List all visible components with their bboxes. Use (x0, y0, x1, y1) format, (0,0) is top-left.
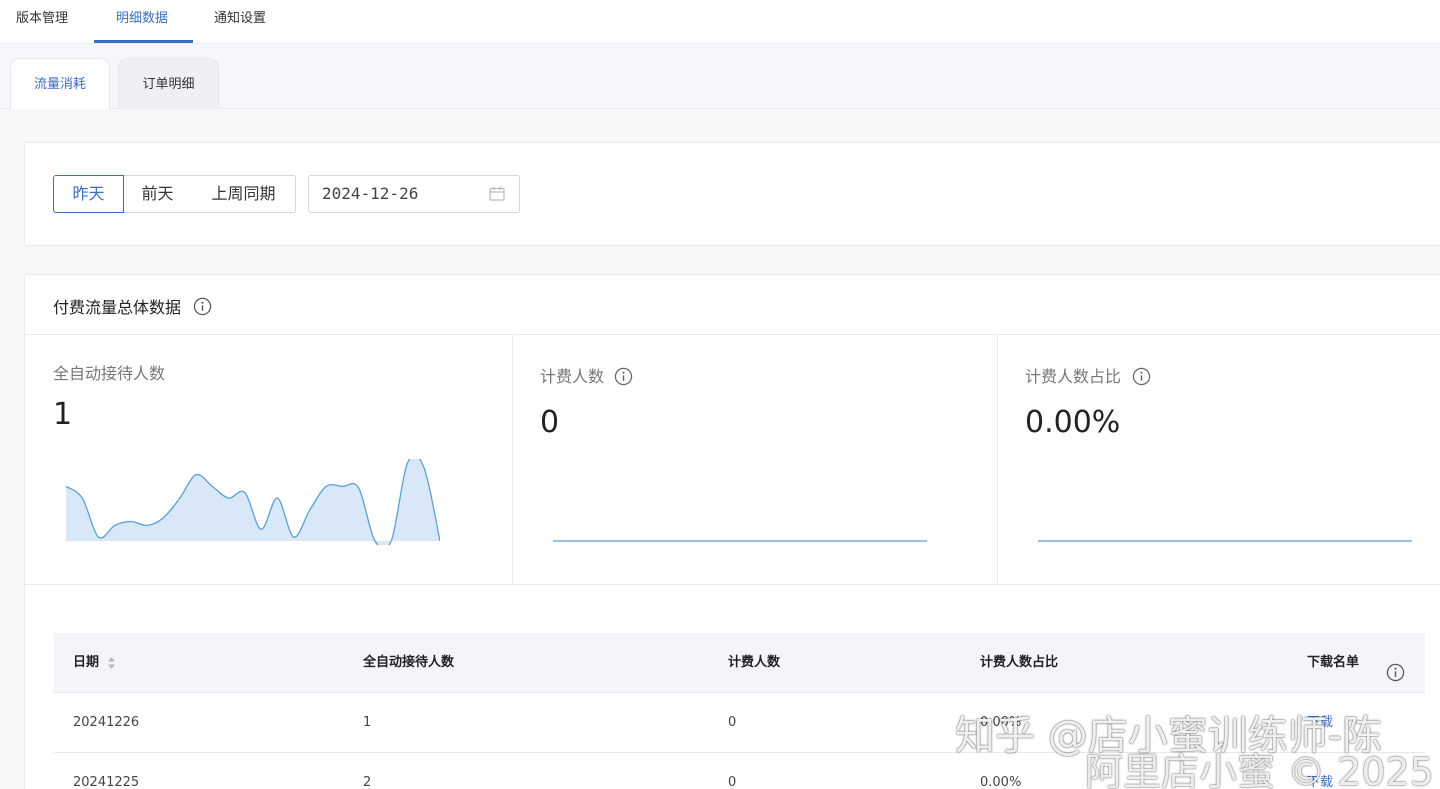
header-date-label: 日期 (73, 655, 100, 670)
header-date[interactable]: 日期 (73, 633, 116, 693)
date-filter-card: 昨天 前天 上周同期 2024-12-26 (24, 142, 1440, 246)
table-row: 20241225 2 0 0.00% 下载 (54, 753, 1425, 789)
day-before-button[interactable]: 前天 (123, 175, 193, 213)
date-picker-input[interactable]: 2024-12-26 (308, 175, 520, 213)
active-tab-indicator (94, 40, 193, 43)
date-value: 2024-12-26 (322, 184, 419, 203)
stats-title: 付费流量总体数据 (53, 298, 182, 317)
cell-auto-reception: 1 (363, 715, 372, 730)
metric-label: 全自动接待人数 (53, 364, 166, 383)
cell-billed-ratio: 0.00% (980, 715, 1022, 730)
billed-count-sparkline (553, 540, 927, 542)
last-week-same-day-button[interactable]: 上周同期 (192, 175, 296, 213)
tab-traffic-consumption[interactable]: 流量消耗 (10, 58, 110, 110)
sort-icon[interactable] (107, 656, 116, 670)
download-link[interactable]: 下载 (1307, 753, 1333, 789)
header-billed-count: 计费人数 (728, 655, 781, 670)
top-tab-bar: 版本管理 明细数据 通知设置 (0, 0, 1440, 44)
tab-notification-settings[interactable]: 通知设置 (214, 0, 266, 44)
cell-billed-count: 0 (728, 775, 737, 789)
tab-order-details[interactable]: 订单明细 (118, 58, 219, 110)
metric-auto-reception: 全自动接待人数 1 (25, 335, 512, 585)
sub-tab-bar: 流量消耗 订单明细 (0, 44, 1440, 110)
info-icon[interactable] (1132, 367, 1151, 386)
metric-label: 计费人数 (540, 367, 605, 386)
cell-billed-count: 0 (728, 715, 737, 730)
table-header: 日期 全自动接待人数 计费人数 计费人数占比 下载名单 (54, 633, 1425, 693)
metric-billed-count: 计费人数 0 (512, 335, 997, 585)
cell-billed-ratio: 0.00% (980, 775, 1022, 789)
header-download-list: 下载名单 (1307, 655, 1360, 670)
metric-billed-ratio: 计费人数占比 0.00% (997, 335, 1440, 585)
table-row: 20241226 1 0 0.00% 下载 (54, 693, 1425, 753)
info-icon[interactable] (614, 367, 633, 386)
auto-reception-sparkline (66, 459, 440, 545)
metrics-row: 全自动接待人数 1 计费人数 0 计费人数占比 0.00% (25, 334, 1440, 585)
sparkline-area (66, 459, 440, 545)
cell-date: 20241226 (73, 715, 140, 730)
tab-detail-data[interactable]: 明细数据 (116, 0, 168, 44)
cell-date: 20241225 (73, 775, 140, 789)
header-billed-ratio: 计费人数占比 (980, 655, 1059, 670)
metric-value: 1 (53, 397, 73, 432)
cell-auto-reception: 2 (363, 775, 372, 789)
metric-value: 0 (540, 405, 560, 440)
metric-label: 计费人数占比 (1025, 367, 1122, 386)
tab-version-management[interactable]: 版本管理 (16, 0, 68, 44)
metric-value: 0.00% (1025, 405, 1121, 440)
header-auto-reception: 全自动接待人数 (363, 655, 455, 670)
info-icon[interactable] (1386, 663, 1405, 682)
download-link[interactable]: 下载 (1307, 693, 1333, 753)
yesterday-button[interactable]: 昨天 (53, 175, 124, 213)
billed-ratio-sparkline (1038, 540, 1412, 542)
paid-traffic-stats-card: 付费流量总体数据 全自动接待人数 1 计费人数 0 计费人数占比 0.00% 日… (24, 274, 1440, 789)
info-icon[interactable] (193, 297, 212, 316)
calendar-icon[interactable] (489, 186, 505, 201)
